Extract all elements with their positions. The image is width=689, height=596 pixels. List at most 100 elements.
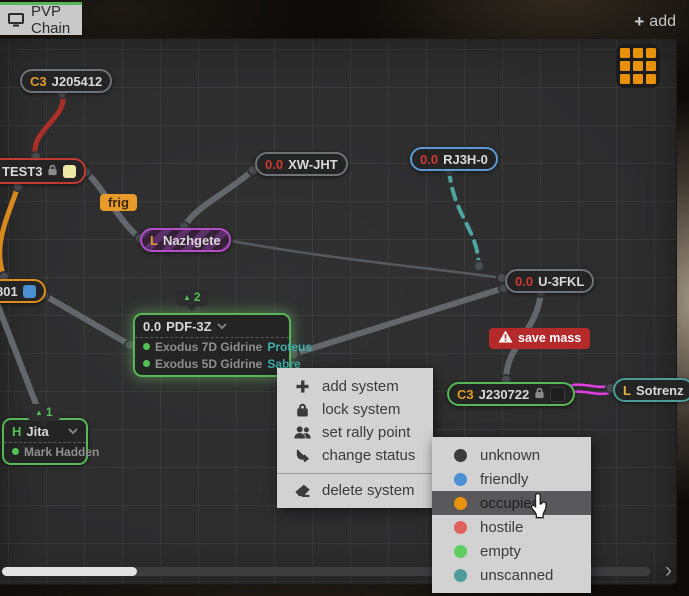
system-header[interactable]: 0.0 PDF-3Z bbox=[135, 315, 289, 338]
chevron-down-icon[interactable] bbox=[217, 323, 227, 329]
menu-item-set-rally-point[interactable]: set rally point bbox=[277, 421, 433, 444]
status-label: occupied bbox=[480, 495, 540, 512]
arrow-up-icon: ▲ bbox=[183, 293, 191, 302]
pilot-row: Mark Hadden bbox=[4, 443, 86, 460]
system-node-u-3fkl[interactable]: 0.0 U-3FKL bbox=[505, 269, 594, 293]
connection-TEST3-801[interactable] bbox=[0, 186, 18, 277]
system-name: J230722 bbox=[479, 387, 530, 402]
map-grid-toggle-button[interactable] bbox=[616, 44, 660, 88]
system-name: PDF-3Z bbox=[166, 319, 212, 334]
menu-item-lock-system[interactable]: lock system bbox=[277, 398, 433, 421]
menu-item-add-system[interactable]: add system bbox=[277, 375, 433, 398]
status-dot bbox=[454, 521, 467, 534]
system-node-pdf-3z[interactable]: 0.0 PDF-3Z Exodus 7D Gidrine Proteus Exo… bbox=[133, 313, 291, 377]
system-name: TEST3 bbox=[2, 164, 42, 179]
tab-label: PVP Chain bbox=[31, 3, 74, 37]
status-dot bbox=[454, 545, 467, 558]
status-dot bbox=[454, 449, 467, 462]
status-option-unknown[interactable]: unknown bbox=[432, 443, 591, 467]
pilot-online-dot bbox=[143, 360, 150, 367]
system-context-menu: add system lock system set rally point c… bbox=[277, 368, 433, 508]
system-class: H bbox=[12, 424, 21, 439]
status-label: unknown bbox=[480, 447, 540, 464]
menu-item-change-status[interactable]: change status bbox=[277, 444, 433, 467]
save-mass-badge: save mass bbox=[489, 328, 590, 349]
menu-item-label: add system bbox=[322, 378, 399, 395]
connection-PDF-3Z-U-3FKL[interactable] bbox=[294, 288, 504, 354]
system-name: Nazhgete bbox=[163, 233, 221, 248]
connection-endpoint bbox=[474, 261, 484, 271]
system-node-sotrenz[interactable]: L Sotrenz bbox=[613, 378, 689, 402]
monitor-icon bbox=[8, 13, 24, 27]
status-label: friendly bbox=[480, 471, 528, 488]
connection-XW-JHT-Nazhgete[interactable] bbox=[184, 170, 253, 227]
add-button-label: add bbox=[649, 13, 676, 31]
system-node-j230722[interactable]: C3 J230722 bbox=[447, 382, 575, 406]
menu-item-label: set rally point bbox=[322, 424, 410, 441]
status-dot bbox=[454, 497, 467, 510]
connection-RJ3H-0-U-3FKL[interactable] bbox=[449, 170, 479, 266]
pilot-online-dot bbox=[12, 448, 19, 455]
system-node-j205412[interactable]: C3 J205412 bbox=[20, 69, 112, 93]
pilot-name: Mark Hadden bbox=[24, 445, 99, 459]
lock-icon bbox=[293, 403, 311, 417]
status-label: empty bbox=[480, 543, 521, 560]
plus-icon: + bbox=[634, 12, 644, 32]
menu-item-delete-system[interactable]: delete system bbox=[277, 479, 433, 502]
pilot-count: 1 bbox=[46, 405, 53, 419]
menu-separator bbox=[277, 473, 433, 474]
connection-(off-screen)-Jita[interactable] bbox=[0, 303, 41, 417]
pilot-name: Exodus 7D Gidrine bbox=[155, 340, 262, 354]
pilot-row: Exodus 7D Gidrine Proteus bbox=[135, 338, 289, 355]
status-option-hostile[interactable]: hostile bbox=[432, 515, 591, 539]
system-class: L bbox=[150, 233, 158, 248]
status-option-friendly[interactable]: friendly bbox=[432, 467, 591, 491]
system-name: XW-JHT bbox=[288, 157, 338, 172]
pilot-row: Exodus 5D Gidrine Sabre bbox=[135, 355, 289, 372]
status-option-occupied[interactable]: occupied bbox=[432, 491, 591, 515]
connection-801-PDF-3Z[interactable] bbox=[44, 295, 130, 345]
system-name: Sotrenz bbox=[636, 383, 684, 398]
security-label: 0.0 bbox=[420, 152, 438, 167]
status-square bbox=[550, 387, 565, 402]
grid-icon bbox=[620, 48, 630, 58]
plus-icon bbox=[293, 380, 311, 393]
chevron-down-icon[interactable] bbox=[68, 428, 78, 434]
warning-icon bbox=[498, 330, 513, 346]
eraser-icon bbox=[293, 484, 311, 497]
pathfinder-app: { "tab_bar": { "tab": { "label": "PVP Ch… bbox=[0, 0, 689, 596]
horizontal-scrollbar-thumb[interactable] bbox=[2, 567, 137, 576]
system-node-801[interactable]: 801 bbox=[0, 279, 46, 303]
system-class: C3 bbox=[30, 74, 47, 89]
pilot-ship: Proteus bbox=[267, 340, 312, 354]
system-node-test3[interactable]: 2 TEST3 bbox=[0, 158, 86, 184]
connection-size-label: frig bbox=[100, 194, 137, 211]
security-label: 0.0 bbox=[265, 157, 283, 172]
pilot-name: Exodus 5D Gidrine bbox=[155, 357, 262, 371]
pilot-count-badge: ▲ 1 bbox=[28, 404, 60, 421]
connection-J205412-TEST3[interactable] bbox=[35, 93, 63, 157]
status-option-empty[interactable]: empty bbox=[432, 539, 591, 563]
system-node-xw-jht[interactable]: 0.0 XW-JHT bbox=[255, 152, 348, 176]
connection-Nazhgete-U-3FKL[interactable] bbox=[227, 240, 502, 278]
system-name: RJ3H-0 bbox=[443, 152, 488, 167]
system-node-rj3h-0[interactable]: 0.0 RJ3H-0 bbox=[410, 147, 498, 171]
status-label: hostile bbox=[480, 519, 523, 536]
lock-icon bbox=[47, 164, 58, 179]
status-option-unscanned[interactable]: unscanned bbox=[432, 563, 591, 587]
status-dot bbox=[454, 569, 467, 582]
status-submenu: unknown friendly occupied hostile empty … bbox=[432, 437, 591, 593]
arrow-curve-icon bbox=[293, 449, 311, 462]
system-node-nazhgete[interactable]: L Nazhgete bbox=[140, 228, 231, 252]
system-name: J205412 bbox=[52, 74, 103, 89]
system-class: C3 bbox=[457, 387, 474, 402]
tab-pvp-chain[interactable]: PVP Chain bbox=[0, 2, 82, 35]
menu-item-label: delete system bbox=[322, 482, 415, 499]
chevron-right-icon[interactable]: › bbox=[665, 560, 672, 581]
add-map-button[interactable]: + add bbox=[634, 12, 676, 32]
system-name: U-3FKL bbox=[538, 274, 584, 289]
security-label: 0.0 bbox=[143, 319, 161, 334]
pilot-count-badge: ▲ 2 bbox=[176, 289, 208, 306]
status-square bbox=[63, 165, 76, 178]
system-class: L bbox=[623, 383, 631, 398]
